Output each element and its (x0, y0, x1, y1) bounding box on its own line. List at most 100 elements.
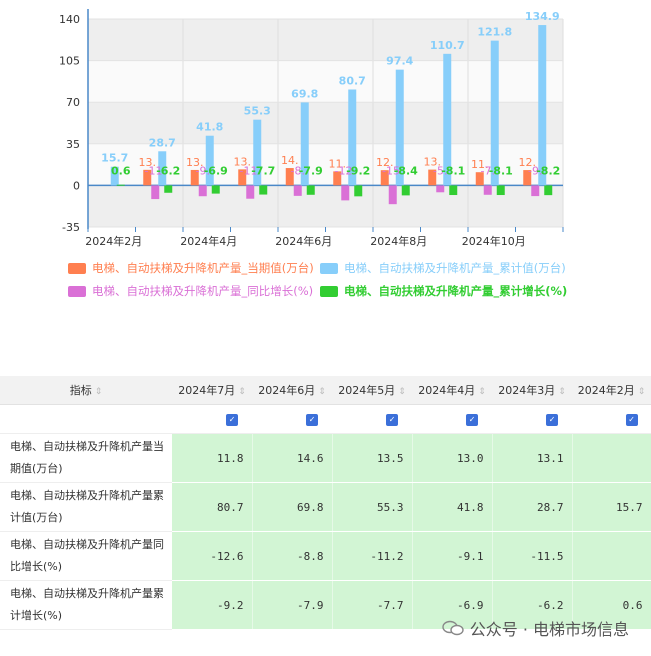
bar-yoy (341, 185, 350, 201)
table-header-row: 指标 ⇕ 2024年7月 ⇕ 2024年6月 ⇕ 2024年5月 ⇕ 2024年4月 ⇕ … (0, 376, 651, 405)
bar-yoy (198, 185, 207, 197)
header-indicator[interactable]: 指标 ⇕ (0, 376, 172, 405)
checkbox-checked-icon[interactable]: ✓ (226, 414, 238, 426)
legend-item-cumulative[interactable]: 电梯、自动扶梯及升降机产量_累计值(万台) (320, 260, 566, 276)
sort-icon[interactable]: ⇕ (398, 387, 406, 397)
column-checkbox[interactable]: ✓ (252, 404, 332, 434)
data-label-cum-growth: -7.9 (299, 164, 323, 177)
column-checkbox[interactable]: ✓ (332, 404, 412, 434)
sort-icon[interactable]: ⇕ (478, 387, 486, 397)
legend-item-cum-growth[interactable]: 电梯、自动扶梯及升降机产量_累计增长(%) (320, 283, 567, 299)
column-checkbox[interactable]: ✓ (572, 404, 651, 434)
table-cell: -12.6 (172, 531, 253, 581)
x-tick-label: 2024年10月 (462, 234, 526, 248)
bar-yoy (388, 185, 397, 205)
bar-yoy (246, 185, 255, 199)
bar-cum-growth (354, 185, 363, 197)
data-table: 指标 ⇕ 2024年7月 ⇕ 2024年6月 ⇕ 2024年5月 ⇕ 2024年4月 ⇕ … (0, 376, 651, 630)
header-col-4[interactable]: 2024年3月 ⇕ (492, 376, 572, 405)
legend-item-current[interactable]: 电梯、自动扶梯及升降机产量_当期值(万台) (68, 260, 314, 276)
y-tick-label: 105 (59, 55, 80, 68)
x-tick-label: 2024年6月 (275, 234, 332, 248)
bar-yoy (151, 185, 160, 200)
legend-swatch-current (68, 262, 86, 274)
bar-yoy (531, 185, 540, 197)
header-col-label: 2024年7月 (178, 384, 236, 397)
y-tick-label: 35 (66, 138, 80, 151)
table-cell: 28.7 (492, 482, 573, 532)
bar-cum-growth (449, 185, 458, 196)
checkbox-checked-icon[interactable]: ✓ (625, 414, 638, 426)
data-label-cum-growth: -6.9 (204, 164, 228, 177)
table-cell: -8.8 (252, 531, 333, 581)
data-label-cum-growth: -9.2 (346, 164, 370, 177)
bar-cum-growth (544, 185, 553, 196)
table-row: 电梯、自动扶梯及升降机产量累计值(万台) 80.7 69.8 55.3 41.8 28.7… (0, 482, 651, 532)
table-row: 电梯、自动扶梯及升降机产量同比增长(%) -12.6 -8.8 -11.2 -9.1 -1… (0, 531, 651, 581)
data-table-wrapper: 指标 ⇕ 2024年7月 ⇕ 2024年6月 ⇕ 2024年5月 ⇕ 2024年4月 ⇕ … (0, 376, 651, 630)
header-col-2[interactable]: 2024年5月 ⇕ (332, 376, 412, 405)
data-label-cumulative: 55.3 (244, 105, 271, 118)
table-cell: 13.5 (332, 433, 413, 483)
checkbox-checked-icon[interactable]: ✓ (386, 414, 398, 426)
column-checkbox[interactable]: ✓ (172, 404, 252, 434)
sort-icon[interactable]: ⇕ (95, 387, 103, 397)
sort-icon[interactable]: ⇕ (638, 387, 646, 397)
y-tick-label: 0 (73, 179, 80, 192)
legend-swatch-cum-growth (320, 285, 338, 297)
sort-icon[interactable]: ⇕ (558, 387, 566, 397)
bar-yoy (293, 185, 302, 196)
table-cell: -7.9 (252, 580, 333, 630)
data-label-cumulative: 69.8 (291, 87, 318, 100)
table-cell: 55.3 (332, 482, 413, 532)
table-cell: -11.2 (332, 531, 413, 581)
x-tick-label: 2024年2月 (85, 234, 142, 248)
column-checkbox[interactable]: ✓ (412, 404, 492, 434)
checkbox-checked-icon[interactable]: ✓ (466, 414, 478, 426)
data-label-cumulative: 97.4 (386, 55, 413, 68)
legend-label-yoy: 电梯、自动扶梯及升降机产量_同比增长(%) (92, 284, 314, 298)
header-col-label: 2024年4月 (418, 384, 476, 397)
table-cell: 13.1 (492, 433, 573, 483)
header-col-5[interactable]: 2024年2月 ⇕ (572, 376, 651, 405)
legend-item-yoy[interactable]: 电梯、自动扶梯及升降机产量_同比增长(%) (68, 283, 313, 299)
checkbox-checked-icon[interactable]: ✓ (306, 414, 318, 426)
bar-yoy (436, 185, 445, 193)
header-col-3[interactable]: 2024年4月 ⇕ (412, 376, 492, 405)
data-label-cumulative: 80.7 (339, 74, 366, 87)
sort-icon[interactable]: ⇕ (318, 387, 326, 397)
checkbox-checked-icon[interactable]: ✓ (546, 414, 558, 426)
legend-swatch-yoy (68, 285, 86, 297)
table-cell (572, 531, 651, 581)
row-indicator-name: 电梯、自动扶梯及升降机产量当期值(万台) (0, 433, 172, 483)
data-label-cum-growth: 0.6 (111, 164, 131, 177)
bar-cum-growth (496, 185, 505, 196)
header-indicator-label: 指标 (69, 384, 92, 397)
data-label-cum-growth: -8.1 (489, 164, 513, 177)
checkbox-row: ✓ ✓ ✓ ✓ ✓ ✓ (0, 404, 651, 434)
legend-swatch-cumulative (320, 262, 338, 274)
x-tick-label: 2024年8月 (370, 234, 427, 248)
checkbox-row-empty (0, 404, 172, 434)
header-col-label: 2024年6月 (258, 384, 316, 397)
data-label-cumulative: 121.8 (477, 26, 512, 39)
header-col-label: 2024年3月 (498, 384, 556, 397)
column-checkbox[interactable]: ✓ (492, 404, 572, 434)
table-cell: -9.2 (172, 580, 253, 630)
data-label-cum-growth: -6.2 (156, 164, 180, 177)
table-cell: -9.1 (412, 531, 493, 581)
data-label-cumulative: 110.7 (430, 39, 465, 52)
sort-icon[interactable]: ⇕ (238, 387, 246, 397)
bar-cum-growth (116, 184, 125, 186)
bar-cumulative (538, 25, 547, 186)
header-col-0[interactable]: 2024年7月 ⇕ (172, 376, 252, 405)
data-label-cumulative: 15.7 (101, 152, 128, 165)
table-cell: 69.8 (252, 482, 333, 532)
bar-cum-growth (401, 185, 410, 196)
legend-label-current: 电梯、自动扶梯及升降机产量_当期值(万台) (92, 261, 314, 275)
data-label-cumulative: 41.8 (196, 121, 223, 134)
header-col-1[interactable]: 2024年6月 ⇕ (252, 376, 332, 405)
table-cell: -11.5 (492, 531, 573, 581)
table-cell: 13.0 (412, 433, 493, 483)
watermark-text: 公众号 · 电梯市场信息 (469, 620, 629, 639)
